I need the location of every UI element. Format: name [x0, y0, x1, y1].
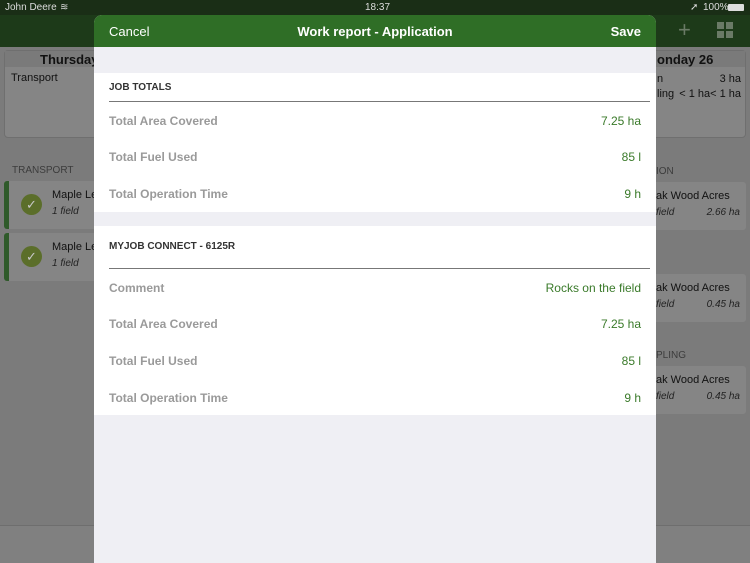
row-area: Total Area Covered 7.25 ha	[109, 317, 641, 331]
check-icon: ✓	[21, 246, 42, 267]
work-report-modal: Cancel Work report - Application Save JO…	[94, 15, 656, 563]
day-card-thursday[interactable]: Thursday Transport	[4, 50, 104, 138]
row-time: Total Operation Time 9 h	[109, 391, 641, 405]
myjob-connect-section: MYJOB CONNECT - 6125R Comment Rocks on th…	[94, 226, 656, 415]
job-card[interactable]: ✓ Maple Le 1 field	[4, 181, 104, 229]
wifi-icon: ≋	[60, 2, 69, 13]
save-button[interactable]: Save	[611, 24, 641, 39]
modal-title: Work report - Application	[297, 24, 453, 39]
row-comment: Comment Rocks on the field	[109, 281, 641, 295]
add-icon[interactable]: +	[678, 17, 691, 43]
battery-level: 100%	[703, 2, 729, 13]
check-icon: ✓	[21, 194, 42, 215]
location-icon: ➚	[690, 2, 699, 13]
row-time: Total Operation Time 9 h	[109, 187, 641, 201]
carrier: John Deere	[5, 2, 57, 13]
modal-header: Cancel Work report - Application Save	[94, 15, 656, 47]
row-area: Total Area Covered 7.25 ha	[109, 114, 641, 128]
job-card[interactable]: ak Wood Acres field 0.45 ha	[656, 274, 746, 322]
row-fuel: Total Fuel Used 85 l	[109, 354, 641, 368]
job-card[interactable]: ak Wood Acres field 2.66 ha	[656, 182, 746, 230]
job-card[interactable]: ✓ Maple Le 1 field	[4, 233, 104, 281]
grid-icon[interactable]	[717, 22, 733, 38]
clock: 18:37	[365, 2, 391, 13]
row-fuel: Total Fuel Used 85 l	[109, 150, 641, 164]
job-totals-section: JOB TOTALS Total Area Covered 7.25 ha Tot…	[94, 73, 656, 212]
job-card[interactable]: ak Wood Acres field 0.45 ha	[656, 366, 746, 414]
status-bar: John Deere ≋ 18:37 ➚ 100%	[0, 0, 750, 15]
battery-icon	[728, 4, 744, 11]
